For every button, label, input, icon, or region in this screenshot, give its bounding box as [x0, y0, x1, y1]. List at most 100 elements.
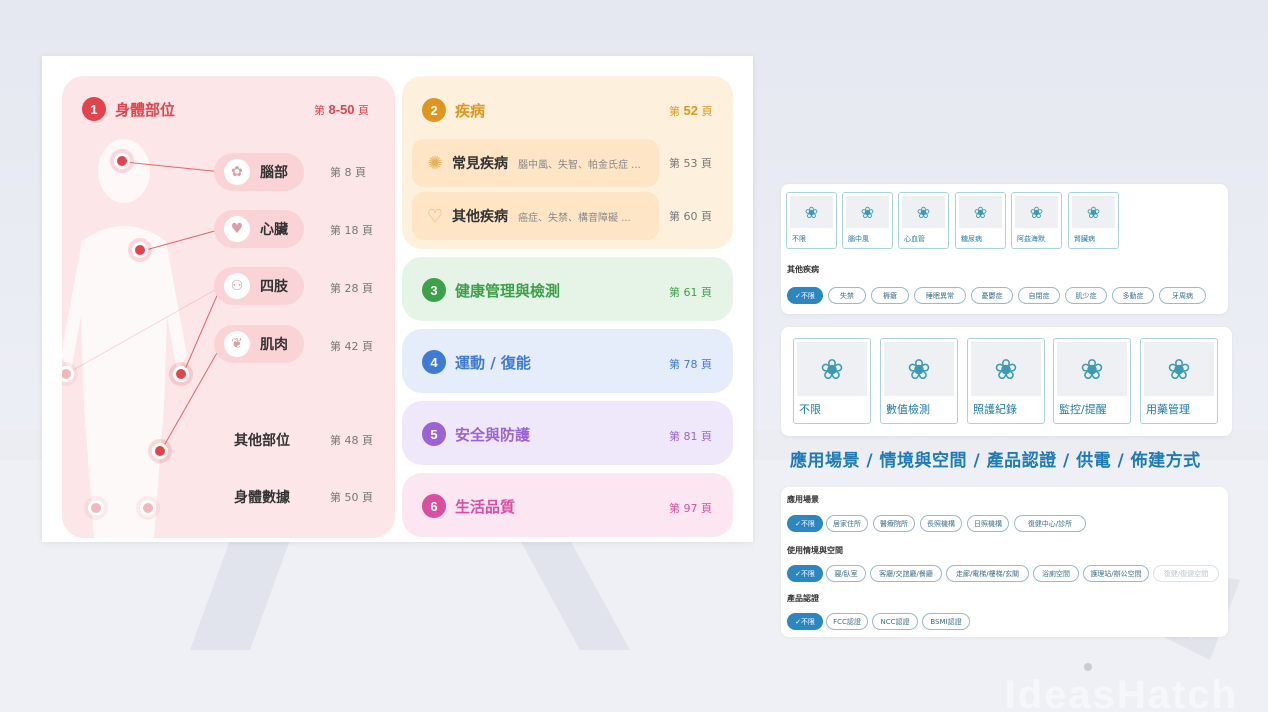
- heart-hand-icon: ♡: [426, 205, 444, 227]
- chip[interactable]: 失禁: [828, 287, 866, 304]
- brain-icon: ❀: [1072, 196, 1115, 228]
- chip[interactable]: 醫療院所: [873, 515, 915, 532]
- category-quality-of-life[interactable]: 6 生活品質 第 97 頁: [402, 473, 733, 537]
- chip[interactable]: 浴廁空間: [1033, 565, 1079, 582]
- common-disease-card[interactable]: ✺ 常見疾病 腦中風、失智、帕金氏症 ...: [412, 139, 659, 187]
- disease-tile[interactable]: ❀ 腦中風: [842, 192, 893, 249]
- exercise-page: 第 78 頁: [669, 358, 712, 371]
- function-tile[interactable]: ❀ 數值檢測: [880, 338, 958, 424]
- brain-icon: ❀: [902, 196, 945, 228]
- chip[interactable]: 復健中心/診所: [1014, 515, 1086, 532]
- other-disease-card[interactable]: ♡ 其他疾病 癌症、失禁、構音障礙 ...: [412, 192, 659, 240]
- disease-tile[interactable]: ❀ 腎臟病: [1068, 192, 1119, 249]
- function-tile[interactable]: ❀ 照護紀錄: [967, 338, 1045, 424]
- group-label: 應用場景: [787, 495, 819, 504]
- body-part-limbs[interactable]: ⚇ 四肢: [214, 267, 304, 305]
- heart-icon: ♥: [224, 216, 250, 242]
- safety-header: 5 安全與防護: [422, 422, 530, 446]
- other-disease-label: 其他疾病: [787, 265, 819, 274]
- chip[interactable]: NCC認證: [872, 613, 918, 630]
- section-title: 疾病: [455, 101, 486, 120]
- function-filter-panel: ❀ 不限 ❀ 數值檢測 ❀ 照護紀錄 ❀ 監控/提醒 ❀ 用藥管理: [781, 327, 1232, 436]
- section-number: 1: [82, 97, 106, 121]
- chip-selected[interactable]: ✓ 不限: [787, 613, 823, 630]
- foot-marker-right[interactable]: [140, 500, 156, 516]
- chip[interactable]: 寢/臥室: [826, 565, 866, 582]
- function-tile[interactable]: ❀ 不限: [793, 338, 871, 424]
- section-title: 健康管理與檢測: [455, 281, 561, 300]
- body-parts-card: 1 身體部位 第 8-50 頁 ✿ 腦部 第 8 頁 ♥ 心臟 第 18 頁 ⚇…: [62, 76, 395, 538]
- chip[interactable]: 自閉症: [1018, 287, 1060, 304]
- function-tile[interactable]: ❀ 監控/提醒: [1053, 338, 1131, 424]
- joint-icon: ⚇: [224, 273, 250, 299]
- watermark: IdeasHatch: [1004, 673, 1238, 712]
- category-exercise[interactable]: 4 運動 / 復能 第 78 頁: [402, 329, 733, 393]
- limb-marker[interactable]: [173, 366, 189, 382]
- section-number: 5: [422, 422, 446, 446]
- chip[interactable]: 長照機構: [920, 515, 962, 532]
- section-number: 2: [422, 98, 446, 122]
- chip[interactable]: 居家住所: [826, 515, 868, 532]
- disease-tile[interactable]: ❀ 不限: [786, 192, 837, 249]
- section-title: 身體部位: [115, 100, 176, 119]
- body-section-header: 1 身體部位: [82, 97, 175, 121]
- virus-icon: ✺: [427, 152, 443, 174]
- brain-icon: ❀: [884, 342, 954, 396]
- quality-page: 第 97 頁: [669, 502, 712, 515]
- section-number: 4: [422, 350, 446, 374]
- chip[interactable]: 褥瘡: [871, 287, 909, 304]
- health-header: 3 健康管理與檢測: [422, 278, 560, 302]
- chip[interactable]: 護理站/辦公空間: [1083, 565, 1149, 582]
- chip[interactable]: 牙周病: [1159, 287, 1206, 304]
- brain-icon: ❀: [846, 196, 889, 228]
- category-disease[interactable]: 2 疾病 第 52 頁 ✺ 常見疾病 腦中風、失智、帕金氏症 ... 第 53 …: [402, 76, 733, 249]
- chip[interactable]: 復健/復健空間: [1153, 565, 1219, 582]
- muscle-page: 第 42 頁: [330, 340, 373, 353]
- brain-icon: ✿: [224, 159, 250, 185]
- body-data-label[interactable]: 身體數據: [234, 487, 290, 507]
- body-part-muscle[interactable]: ❦ 肌肉: [214, 325, 304, 363]
- body-index-panel: 1 身體部位 第 8-50 頁 ✿ 腦部 第 8 頁 ♥ 心臟 第 18 頁 ⚇…: [42, 56, 753, 542]
- body-part-heart[interactable]: ♥ 心臟: [214, 210, 304, 248]
- brain-icon: ❀: [797, 342, 867, 396]
- other-parts-label[interactable]: 其他部位: [234, 430, 290, 450]
- disease-page: 第 52 頁: [669, 103, 713, 118]
- disease-filter-panel: ❀ 不限 ❀ 腦中風 ❀ 心血管 ❀ 糖尿病 ❀ 阿茲海默 ❀ 腎臟病 其他疾病…: [781, 184, 1228, 314]
- brain-icon: ❀: [959, 196, 1002, 228]
- chip[interactable]: 日照機構: [967, 515, 1009, 532]
- chip-selected[interactable]: ✓ 不限: [787, 287, 823, 304]
- heart-page: 第 18 頁: [330, 224, 373, 237]
- exercise-header: 4 運動 / 復能: [422, 350, 531, 374]
- muscle-icon: ❦: [224, 331, 250, 357]
- brain-marker[interactable]: [114, 153, 130, 169]
- disease-tile[interactable]: ❀ 心血管: [898, 192, 949, 249]
- chip[interactable]: 多動症: [1112, 287, 1154, 304]
- foot-marker-left[interactable]: [88, 500, 104, 516]
- chip-selected[interactable]: ✓ 不限: [787, 565, 823, 582]
- chip[interactable]: 走廊/電梯/樓梯/玄關: [946, 565, 1029, 582]
- chip-selected[interactable]: ✓ 不限: [787, 515, 823, 532]
- chip[interactable]: 客廳/交誼廳/餐廳: [870, 565, 942, 582]
- body-part-brain[interactable]: ✿ 腦部: [214, 153, 304, 191]
- heart-marker[interactable]: [132, 242, 148, 258]
- chip[interactable]: BSMI認證: [922, 613, 970, 630]
- section-number: 3: [422, 278, 446, 302]
- function-tile[interactable]: ❀ 用藥管理: [1140, 338, 1218, 424]
- category-safety[interactable]: 5 安全與防護 第 81 頁: [402, 401, 733, 465]
- section-title: 生活品質: [455, 497, 516, 516]
- group-label: 產品認證: [787, 594, 819, 603]
- disease-tile[interactable]: ❀ 糖尿病: [955, 192, 1006, 249]
- disease-header: 2 疾病: [422, 98, 485, 122]
- chip[interactable]: 肌少症: [1065, 287, 1107, 304]
- chip[interactable]: 睡眠異常: [914, 287, 966, 304]
- chip[interactable]: 憂鬱症: [971, 287, 1013, 304]
- category-health-management[interactable]: 3 健康管理與檢測 第 61 頁: [402, 257, 733, 321]
- disease-tile[interactable]: ❀ 阿茲海默: [1011, 192, 1062, 249]
- brain-icon: ❀: [971, 342, 1041, 396]
- safety-page: 第 81 頁: [669, 430, 712, 443]
- muscle-marker[interactable]: [152, 443, 168, 459]
- chip[interactable]: FCC認證: [826, 613, 868, 630]
- section-page-ref: 第 8-50 頁: [314, 102, 370, 117]
- common-disease-page: 第 53 頁: [669, 157, 712, 170]
- brain-icon: ❀: [1057, 342, 1127, 396]
